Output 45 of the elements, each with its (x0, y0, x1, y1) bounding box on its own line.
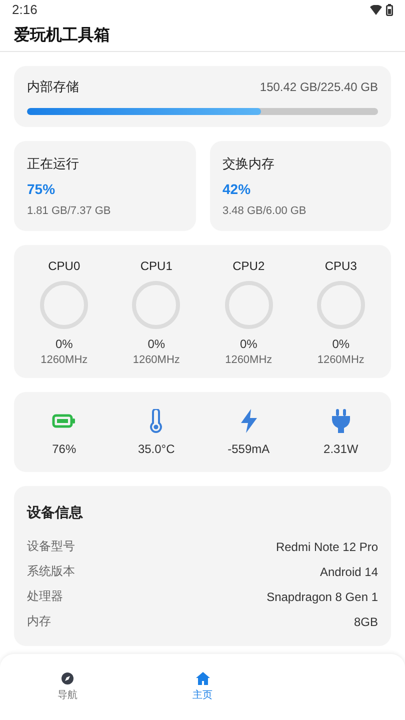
cpu-name: CPU0 (48, 259, 80, 273)
memory-detail: 3.48 GB/6.00 GB (222, 205, 308, 217)
info-value: Android 14 (320, 564, 378, 578)
app-title: 爱玩机工具箱 (14, 25, 110, 46)
cpu-usage-ring (38, 279, 90, 331)
compass-icon (61, 672, 74, 685)
memory-detail: 1.81 GB/7.37 GB (27, 205, 112, 217)
battery-status-icon (386, 4, 393, 16)
memory-label: 交换内存 (222, 155, 276, 173)
memory-percent: 75% (27, 181, 56, 197)
info-label: 内存 (27, 613, 51, 630)
memory-label: 正在运行 (27, 155, 80, 173)
cpu-usage-ring (130, 279, 182, 331)
cpu-name: CPU1 (140, 259, 172, 273)
nav-tab[interactable]: 导航 (0, 654, 135, 720)
cpu-usage: 0% (332, 337, 350, 351)
nav-tab[interactable]: 主页 (135, 654, 270, 720)
memory-percent: 42% (222, 181, 252, 197)
info-label: 系统版本 (27, 563, 75, 580)
info-value: Redmi Note 12 Pro (276, 540, 378, 554)
info-value: Snapdragon 8 Gen 1 (266, 590, 378, 604)
cpu-frequency: 1260MHz (225, 354, 272, 366)
stat-value: 35.0°C (138, 442, 175, 456)
info-label: 设备型号 (27, 538, 75, 555)
cpu-frequency: 1260MHz (40, 354, 88, 366)
cpu-usage-ring (314, 279, 367, 331)
cpu-name: CPU2 (232, 259, 265, 273)
home-icon (196, 672, 210, 685)
cpu-name: CPU3 (324, 259, 357, 273)
stat-value: 2.31W (324, 442, 358, 456)
storage-reading: 150.42 GB/225.40 GB (260, 80, 378, 94)
stat-value: -559mA (228, 442, 270, 456)
device-info-title: 设备信息 (27, 504, 84, 522)
wifi-icon (370, 4, 382, 15)
cpu-usage: 0% (148, 337, 166, 351)
cpu-frequency: 1260MHz (132, 354, 180, 366)
stat-value: 76% (52, 442, 76, 456)
status-time: 2:16 (12, 2, 38, 18)
cpu-usage-ring (222, 279, 275, 331)
cpu-frequency: 1260MHz (317, 354, 364, 366)
info-label: 处理器 (27, 588, 63, 605)
storage-label: 内部存储 (27, 78, 79, 96)
cpu-usage: 0% (55, 337, 73, 351)
info-value: 8GB (354, 614, 378, 628)
cpu-usage: 0% (240, 337, 258, 351)
